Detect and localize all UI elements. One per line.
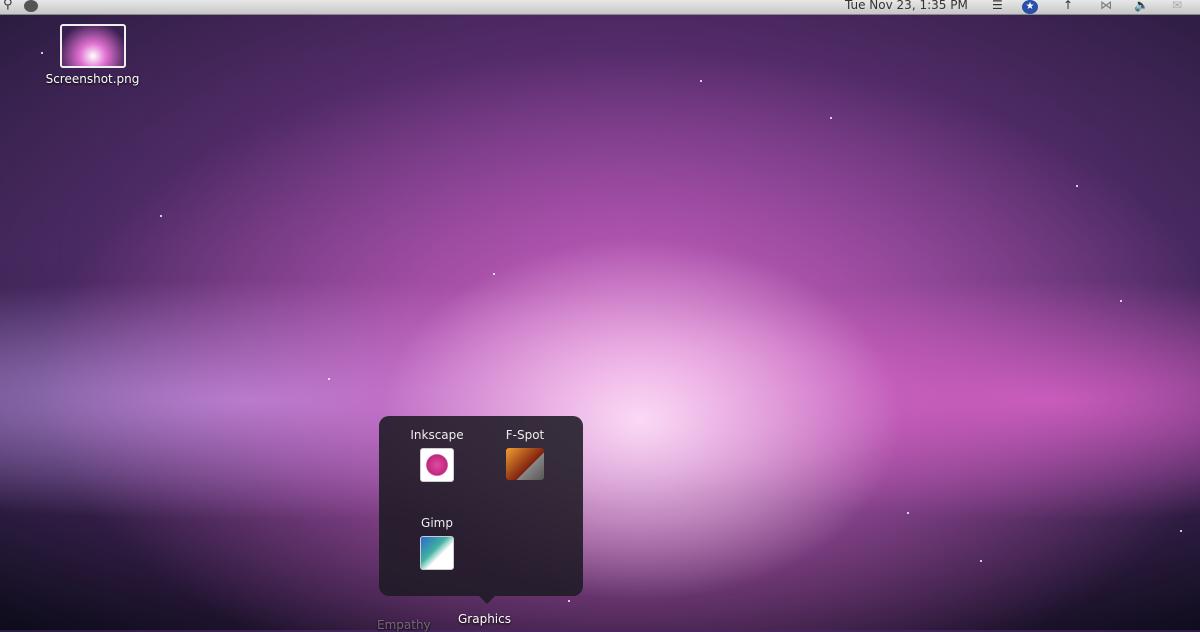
star: [1120, 300, 1122, 302]
accessibility-icon[interactable]: ★: [1022, 0, 1038, 14]
app-label: F-Spot: [505, 428, 545, 442]
star: [41, 52, 43, 54]
app-f-spot[interactable]: F-Spot: [485, 428, 565, 480]
app-inkscape[interactable]: Inkscape: [397, 428, 477, 482]
star: [493, 273, 495, 275]
star: [980, 560, 982, 562]
clock[interactable]: Tue Nov 23, 1:35 PM: [845, 0, 968, 12]
dock-stack-graphics[interactable]: Graphics: [458, 612, 511, 626]
bluetooth-icon[interactable]: ⋈: [1100, 0, 1112, 12]
gimp-feather-icon: [420, 536, 454, 570]
star: [1180, 530, 1182, 532]
top-menu-bar: ⚲ Tue Nov 23, 1:35 PM ☰ ★ ↑ ⋈ 🔈 ✉: [0, 0, 1200, 15]
graphics-stack-popup: Inkscape F-Spot Gimp: [379, 416, 583, 596]
star: [907, 512, 909, 514]
popup-pointer: [479, 596, 495, 604]
volume-icon[interactable]: 🔈: [1134, 0, 1149, 12]
star: [700, 80, 702, 82]
star: [1076, 185, 1078, 187]
mail-icon[interactable]: ✉: [1172, 0, 1182, 12]
apple-icon[interactable]: [24, 0, 38, 12]
app-label: Gimp: [421, 516, 453, 530]
star: [160, 215, 162, 217]
image-thumbnail-icon: [59, 24, 126, 68]
file-label: Screenshot.png: [45, 72, 140, 86]
network-icon[interactable]: ↑: [1063, 0, 1073, 12]
search-icon[interactable]: ⚲: [3, 0, 13, 12]
app-gimp[interactable]: Gimp: [397, 516, 477, 570]
app-label: Inkscape: [410, 428, 464, 442]
star: [830, 117, 832, 119]
f-spot-icon: [506, 448, 544, 480]
wifi-icon[interactable]: ☰: [992, 0, 1003, 12]
inkscape-icon: [420, 448, 454, 482]
desktop-file-screenshot[interactable]: Screenshot.png: [40, 24, 145, 86]
star: [328, 378, 330, 380]
star: [568, 600, 570, 602]
